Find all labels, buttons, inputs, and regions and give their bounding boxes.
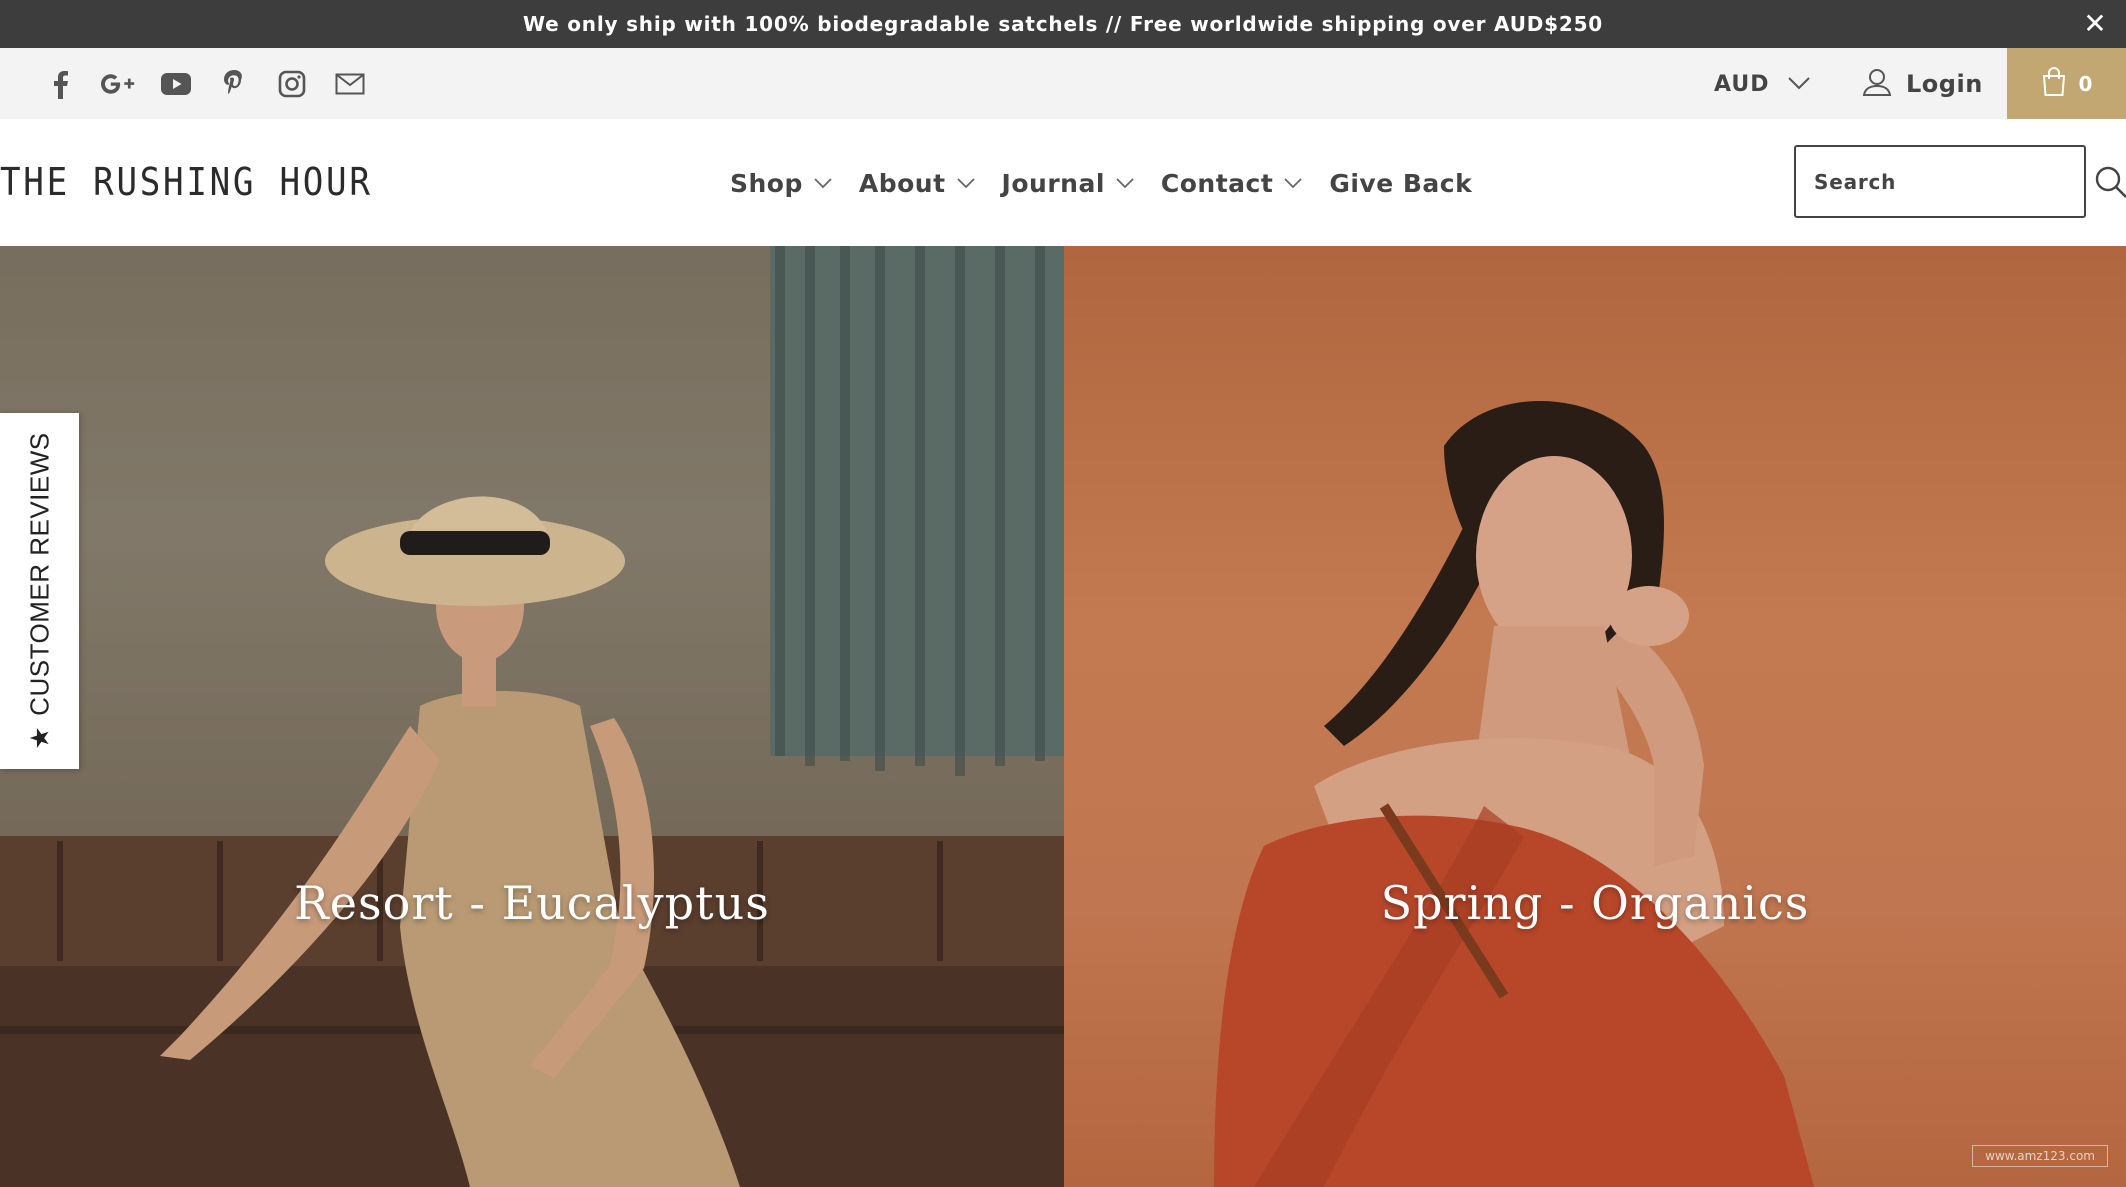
cart-count: 0	[2078, 71, 2093, 96]
reviews-label-group: ★ CUSTOMER REVIEWS	[24, 432, 55, 749]
pinterest-icon[interactable]	[216, 66, 252, 102]
spring-photo	[1214, 401, 1814, 1187]
facebook-icon[interactable]	[42, 66, 78, 102]
collection-title: Resort - Eucalyptus	[294, 876, 770, 930]
site-logo[interactable]: THE RUSHING HOUR	[0, 157, 414, 207]
user-icon	[1862, 67, 1892, 101]
collection-panel-spring[interactable]: Spring - Organics www.amz123.com	[1064, 246, 2126, 1187]
chevron-down-icon	[1283, 174, 1303, 193]
nav-label: Journal	[1001, 168, 1105, 198]
collection-title: Spring - Organics	[1380, 876, 1810, 930]
nav-label: Give Back	[1329, 168, 1473, 198]
utility-bar: AUD Login 0	[0, 48, 2126, 119]
youtube-icon[interactable]	[158, 66, 194, 102]
login-link[interactable]: Login	[1862, 62, 1983, 106]
hero-section: Resort - Eucalyptus Spring - Organics ww…	[0, 246, 2126, 1187]
google-plus-icon[interactable]	[100, 66, 136, 102]
nav-item-give-back[interactable]: Give Back	[1329, 169, 1472, 198]
star-icon: ★	[24, 725, 54, 750]
cart-button[interactable]: 0	[2007, 48, 2126, 119]
nav-label: Contact	[1160, 168, 1274, 198]
announcement-bar: We only ship with 100% biodegradable sat…	[0, 0, 2126, 48]
email-icon[interactable]	[332, 66, 368, 102]
search-input[interactable]	[1796, 147, 2093, 216]
resort-photo	[0, 246, 1064, 1187]
search-box	[1794, 145, 2126, 218]
nav-label: Shop	[730, 168, 803, 198]
nav-item-about[interactable]: About	[859, 169, 976, 198]
social-links	[42, 62, 368, 106]
watermark: www.amz123.com	[1972, 1145, 2108, 1167]
chevron-down-icon	[1787, 75, 1811, 94]
logo-text: THE RUSHING HOUR	[0, 160, 373, 204]
nav-item-shop[interactable]: Shop	[730, 169, 833, 198]
instagram-icon[interactable]	[274, 66, 310, 102]
chevron-down-icon	[956, 174, 976, 193]
reviews-label: CUSTOMER REVIEWS	[24, 432, 54, 716]
currency-label: AUD	[1714, 71, 1770, 97]
currency-selector[interactable]: AUD	[1714, 64, 1811, 104]
nav-label: About	[858, 168, 946, 198]
close-icon[interactable]: ✕	[2078, 6, 2112, 40]
customer-reviews-tab[interactable]: ★ CUSTOMER REVIEWS	[0, 413, 79, 769]
chevron-down-icon	[1115, 174, 1135, 193]
search-icon[interactable]	[2093, 147, 2126, 216]
nav-item-journal[interactable]: Journal	[1002, 169, 1135, 198]
chevron-down-icon	[813, 174, 833, 193]
shopping-bag-icon	[2041, 66, 2067, 101]
main-nav: Shop About Journal Contact Give Back	[730, 161, 1498, 205]
login-label: Login	[1906, 70, 1983, 98]
nav-item-contact[interactable]: Contact	[1161, 169, 1303, 198]
site-header: THE RUSHING HOUR Shop About Journal Cont…	[0, 119, 2126, 246]
collection-panel-resort[interactable]: Resort - Eucalyptus	[0, 246, 1064, 1187]
announcement-text: We only ship with 100% biodegradable sat…	[522, 12, 1604, 36]
